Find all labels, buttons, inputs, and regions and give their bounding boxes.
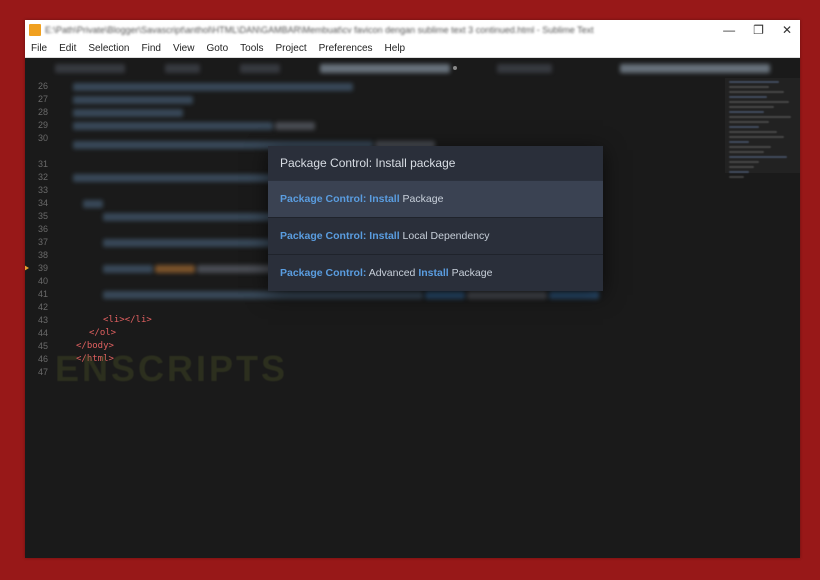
app-icon [29, 24, 41, 36]
line-number: 40 [25, 275, 53, 288]
application-window: E:\Path\Private\Blogger\Savascript\antho… [25, 20, 800, 558]
line-number: 30 [25, 132, 53, 158]
menu-bar: File Edit Selection Find View Goto Tools… [25, 40, 800, 58]
palette-item[interactable]: Package Control: Install Local Dependenc… [268, 217, 603, 254]
palette-item-rest: Package [400, 193, 444, 205]
line-number: 35 [25, 210, 53, 223]
line-number: 27 [25, 93, 53, 106]
menu-help[interactable]: Help [385, 43, 406, 54]
menu-find[interactable]: Find [142, 43, 161, 54]
menu-selection[interactable]: Selection [88, 43, 129, 54]
menu-preferences[interactable]: Preferences [319, 43, 373, 54]
line-number: 26 [25, 80, 53, 93]
menu-edit[interactable]: Edit [59, 43, 76, 54]
palette-item[interactable]: Package Control: Advanced Install Packag… [268, 254, 603, 291]
menu-tools[interactable]: Tools [240, 43, 263, 54]
open-file-tab[interactable] [240, 64, 280, 73]
code-line [53, 301, 800, 314]
menu-project[interactable]: Project [276, 43, 307, 54]
line-number: 29 [25, 119, 53, 132]
code-line [53, 80, 800, 93]
palette-item-mid: Advanced [366, 267, 418, 279]
line-number: 42 [25, 301, 53, 314]
open-file-tab[interactable] [55, 64, 125, 73]
line-number: 32 [25, 171, 53, 184]
code-line: </html> [53, 353, 800, 366]
editor-area: 2627282930313233343536373839404142434445… [25, 58, 800, 558]
maximize-button[interactable]: ❐ [753, 23, 764, 37]
line-number-gutter: 2627282930313233343536373839404142434445… [25, 78, 53, 558]
open-file-tab[interactable] [320, 64, 450, 73]
line-number: 43 [25, 314, 53, 327]
code-line [53, 93, 800, 106]
window-title: E:\Path\Private\Blogger\Savascript\antho… [45, 25, 723, 35]
palette-item-highlight: Package Control: Install [280, 230, 400, 242]
line-number: 28 [25, 106, 53, 119]
open-file-tab[interactable] [497, 64, 552, 73]
code-line [53, 119, 800, 132]
tab-modified-icon [453, 66, 457, 70]
title-bar: E:\Path\Private\Blogger\Savascript\antho… [25, 20, 800, 40]
code-line: </ol> [53, 327, 800, 340]
line-number: 37 [25, 236, 53, 249]
open-file-tab[interactable] [165, 64, 200, 73]
code-line: <li></li> [53, 314, 800, 327]
menu-file[interactable]: File [31, 43, 47, 54]
palette-item-highlight: Package Control: Install [280, 193, 400, 205]
code-line [53, 106, 800, 119]
close-button[interactable]: ✕ [782, 23, 792, 37]
line-number: 38 [25, 249, 53, 262]
command-palette-input[interactable] [268, 146, 603, 180]
code-line [53, 366, 800, 379]
minimize-button[interactable]: — [723, 23, 735, 37]
palette-item-rest: Local Dependency [400, 230, 490, 242]
palette-item[interactable]: Package Control: Install Package [268, 180, 603, 217]
line-number: 34 [25, 197, 53, 210]
minimap[interactable] [725, 78, 800, 558]
palette-item-highlight: Install [418, 267, 448, 279]
line-number: 39 [25, 262, 53, 275]
line-number: 41 [25, 288, 53, 301]
open-file-tab-active[interactable] [620, 64, 770, 73]
line-number: 46 [25, 353, 53, 366]
line-number: 33 [25, 184, 53, 197]
command-palette: Package Control: Install Package Package… [268, 146, 603, 291]
line-number: 44 [25, 327, 53, 340]
line-number: 36 [25, 223, 53, 236]
menu-goto[interactable]: Goto [206, 43, 228, 54]
palette-item-rest: Package [449, 267, 493, 279]
line-number: 31 [25, 158, 53, 171]
palette-item-highlight: Package Control: [280, 267, 366, 279]
line-number: 45 [25, 340, 53, 353]
code-line: </body> [53, 340, 800, 353]
tab-bar [25, 58, 800, 78]
line-number: 47 [25, 366, 53, 379]
menu-view[interactable]: View [173, 43, 195, 54]
